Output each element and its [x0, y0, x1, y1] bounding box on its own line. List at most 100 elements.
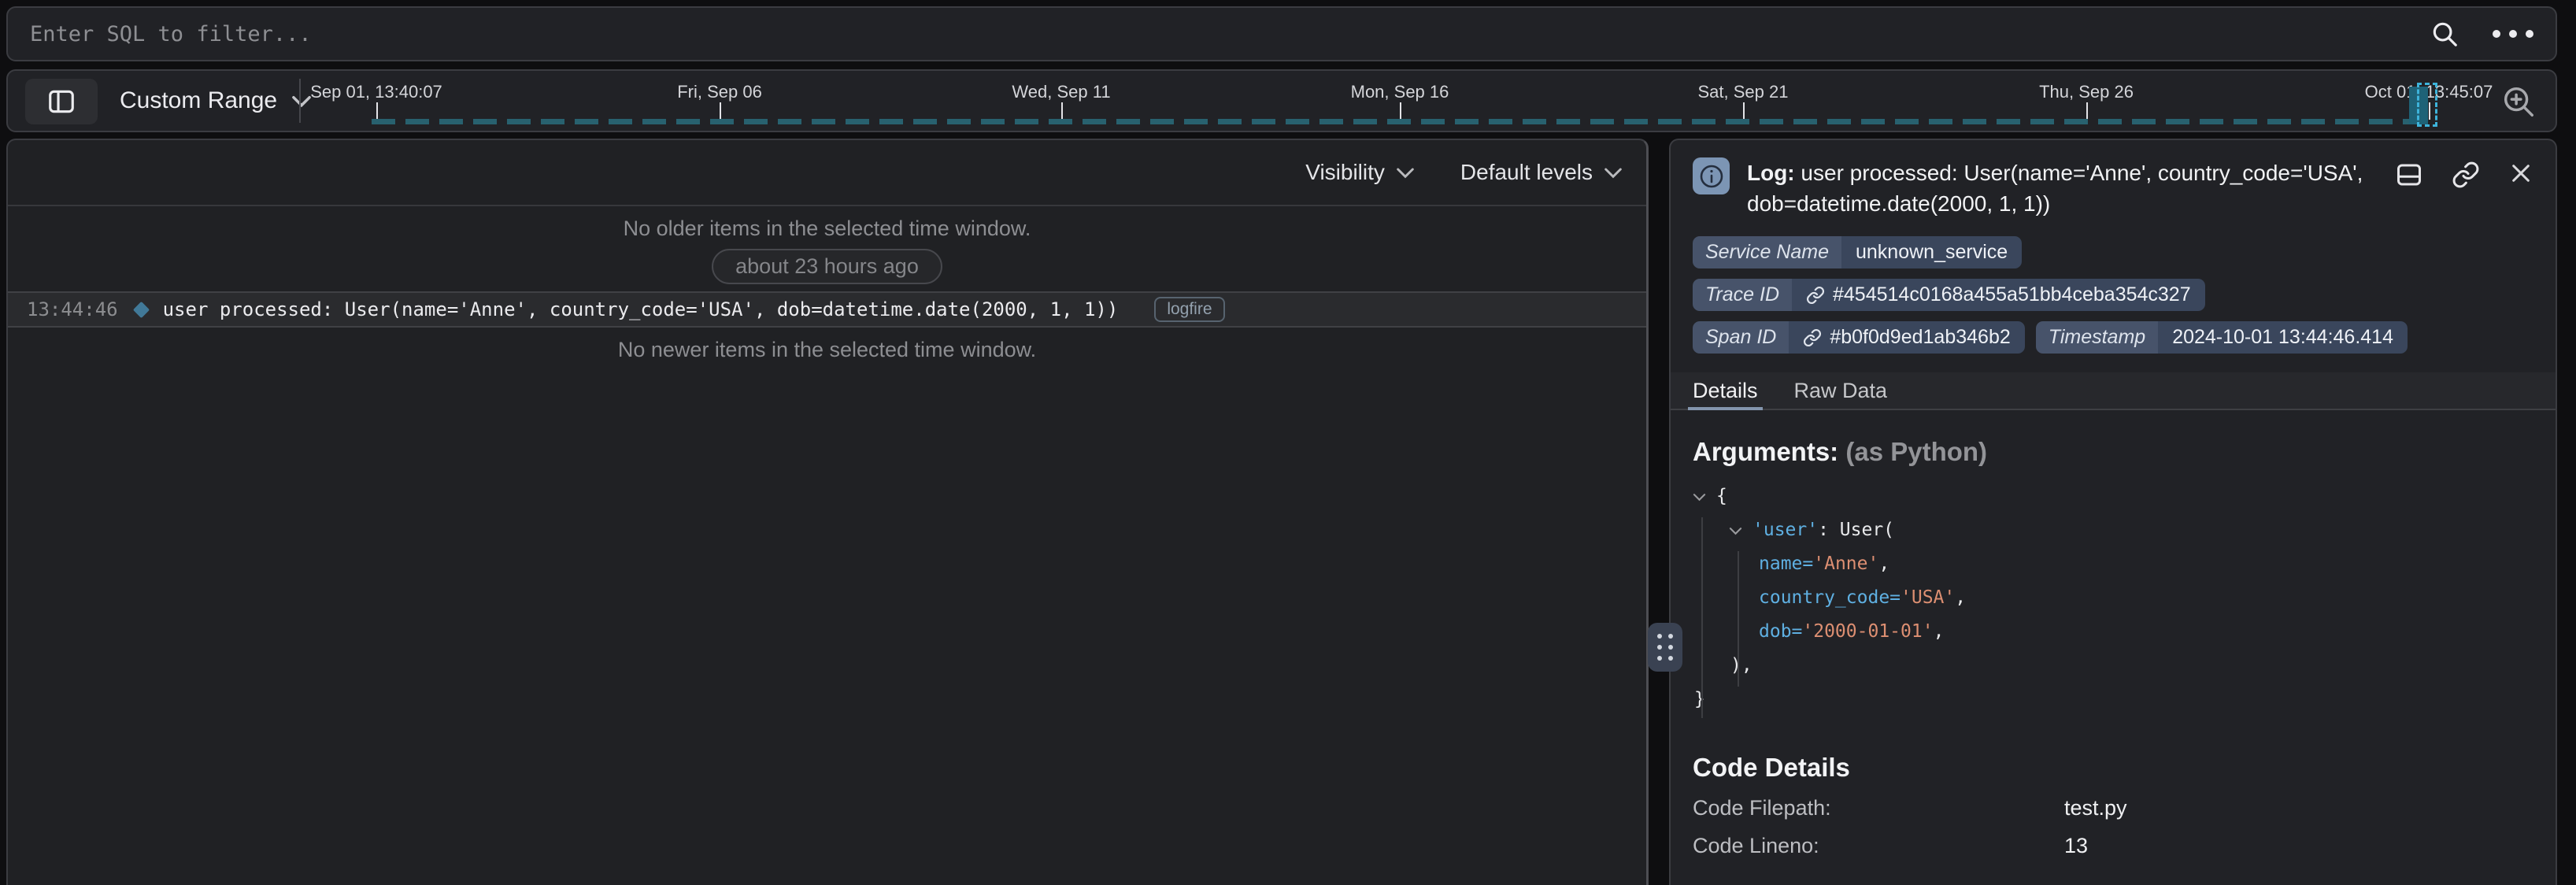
axis-tick-label: Mon, Sep 16: [1351, 82, 1449, 102]
link-icon: [1806, 286, 1825, 305]
timeline-selection-window[interactable]: [2417, 83, 2437, 127]
tree-key: 'user': [1752, 513, 1818, 547]
split-view-icon[interactable]: [2395, 161, 2423, 189]
code-filepath-value: test.py: [2064, 796, 2127, 820]
log-list-panel: Visibility Default levels No older items…: [6, 139, 1649, 885]
param-value: '2000-01-01': [1802, 615, 1933, 649]
sidebar-panel-icon: [46, 87, 76, 117]
badge-label: Service Name: [1693, 236, 1841, 268]
log-level-diamond-icon: [132, 301, 149, 317]
copy-link-icon[interactable]: [2452, 161, 2480, 189]
log-row-time: 13:44:46: [27, 298, 118, 320]
axis-tick-mark: [1061, 102, 1063, 120]
zoom-in-icon[interactable]: [2500, 83, 2537, 120]
param-name: dob=: [1759, 615, 1802, 649]
detail-title: Log: user processed: User(name='Anne', c…: [1747, 157, 2378, 219]
sql-filter-bar: Enter SQL to filter...: [6, 6, 2557, 61]
info-level-icon: [1693, 157, 1730, 194]
visibility-dropdown[interactable]: Visibility: [1305, 160, 1415, 185]
chevron-down-icon: [1604, 166, 1623, 179]
param-value: 'USA': [1901, 581, 1955, 615]
arguments-heading: Arguments: (as Python): [1693, 437, 2533, 467]
close-paren: ),: [1730, 649, 1752, 683]
badge-value[interactable]: #b0f0d9ed1ab346b2: [1789, 321, 2024, 354]
log-row[interactable]: 13:44:46 user processed: User(name='Anne…: [8, 291, 1646, 328]
chevron-down-icon: [291, 94, 312, 108]
arguments-heading-text: Arguments:: [1693, 437, 1838, 466]
badge-value: unknown_service: [1841, 236, 2022, 268]
code-details-section: Code Details Code Filepath: test.py Code…: [1693, 753, 2533, 858]
service-name-badge: Service Name unknown_service: [1693, 236, 2022, 268]
link-icon: [1803, 328, 1822, 347]
timestamp-badge: Timestamp 2024-10-01 13:44:46.414: [2036, 321, 2408, 354]
detail-title-prefix: Log:: [1747, 161, 1795, 185]
time-range-label: Custom Range: [120, 87, 277, 114]
axis-tick-mark: [1400, 102, 1401, 120]
chevron-down-icon: [1396, 166, 1415, 179]
log-detail-panel: Log: user processed: User(name='Anne', c…: [1669, 139, 2557, 885]
indent-guide: [1701, 517, 1703, 718]
axis-tick-mark: [720, 102, 721, 120]
code-details-heading: Code Details: [1693, 753, 2533, 783]
time-ago-badge: about 23 hours ago: [712, 249, 942, 284]
collapse-chevron-icon[interactable]: [1729, 526, 1752, 535]
axis-tick-mark: [376, 102, 378, 120]
param-comma: ,: [1955, 581, 1966, 615]
code-lineno-row: Code Lineno: 13: [1693, 834, 2533, 858]
code-filepath-label: Code Filepath:: [1693, 796, 2064, 820]
visibility-label: Visibility: [1305, 160, 1385, 185]
close-icon[interactable]: [2508, 161, 2533, 186]
open-brace: {: [1716, 480, 1727, 513]
timeline-bar: Custom Range Sep 01, 13:40:07 Fri, Sep 0…: [6, 69, 2557, 132]
log-row-message: user processed: User(name='Anne', countr…: [163, 298, 1119, 320]
tab-raw-data[interactable]: Raw Data: [1794, 372, 1888, 409]
panel-resize-handle[interactable]: [1648, 623, 1682, 672]
no-older-items-text: No older items in the selected time wind…: [8, 217, 1646, 241]
python-arguments-tree: { 'user': User( name='Anne', country_cod…: [1693, 480, 2533, 717]
axis-tick-label: Sat, Sep 21: [1698, 82, 1789, 102]
badge-label: Timestamp: [2036, 321, 2158, 354]
axis-tick-label: Fri, Sep 06: [677, 82, 762, 102]
arguments-qualifier: (as Python): [1838, 437, 1987, 466]
timeline-activity-dashes: [372, 119, 2433, 124]
sidebar-toggle-button[interactable]: [25, 79, 98, 124]
sql-filter-input[interactable]: Enter SQL to filter...: [30, 22, 2430, 46]
no-newer-items-text: No newer items in the selected time wind…: [8, 338, 1646, 362]
axis-tick-label: Wed, Sep 11: [1012, 82, 1110, 102]
search-icon[interactable]: [2430, 19, 2459, 49]
badge-value: 2024-10-01 13:44:46.414: [2158, 321, 2408, 354]
default-levels-dropdown[interactable]: Default levels: [1460, 160, 1623, 185]
detail-tabs: Details Raw Data: [1671, 372, 2556, 410]
span-id-value: #b0f0d9ed1ab346b2: [1830, 326, 2010, 349]
time-range-selector[interactable]: Custom Range: [120, 71, 312, 131]
axis-tick-mark: [2086, 102, 2088, 120]
param-value: 'Anne': [1813, 547, 1878, 581]
param-name: country_code=: [1759, 581, 1901, 615]
log-list-header: Visibility Default levels: [8, 140, 1646, 206]
badge-value[interactable]: #454514c0168a455a51bb4ceba354c327: [1792, 279, 2205, 311]
default-levels-label: Default levels: [1460, 160, 1593, 185]
tab-details[interactable]: Details: [1693, 372, 1758, 409]
axis-tick-mark: [1743, 102, 1745, 120]
badge-label: Span ID: [1693, 321, 1789, 354]
collapse-chevron-icon[interactable]: [1693, 492, 1716, 502]
axis-tick-label: Thu, Sep 26: [2039, 82, 2134, 102]
badge-label: Trace ID: [1693, 279, 1792, 311]
param-name: name=: [1759, 547, 1813, 581]
param-comma: ,: [1878, 547, 1889, 581]
indent-guide: [1738, 551, 1739, 687]
trace-id-badge: Trace ID #454514c0168a455a51bb4ceba354c3…: [1693, 279, 2205, 311]
log-row-tag[interactable]: logfire: [1154, 297, 1224, 322]
trace-id-value: #454514c0168a455a51bb4ceba354c327: [1833, 283, 2191, 306]
metadata-badges: Service Name unknown_service Trace ID #4…: [1693, 236, 2533, 354]
span-id-badge: Span ID #b0f0d9ed1ab346b2: [1693, 321, 2025, 354]
more-options-icon[interactable]: [2493, 30, 2533, 38]
tree-call: : User(: [1818, 513, 1894, 547]
code-filepath-row: Code Filepath: test.py: [1693, 796, 2533, 820]
detail-header: Log: user processed: User(name='Anne', c…: [1693, 157, 2533, 219]
code-lineno-label: Code Lineno:: [1693, 834, 2064, 858]
axis-tick-label: Sep 01, 13:40:07: [310, 82, 442, 102]
detail-title-text: user processed: User(name='Anne', countr…: [1747, 161, 2363, 216]
divider: [299, 79, 301, 123]
close-brace: }: [1694, 683, 1705, 717]
